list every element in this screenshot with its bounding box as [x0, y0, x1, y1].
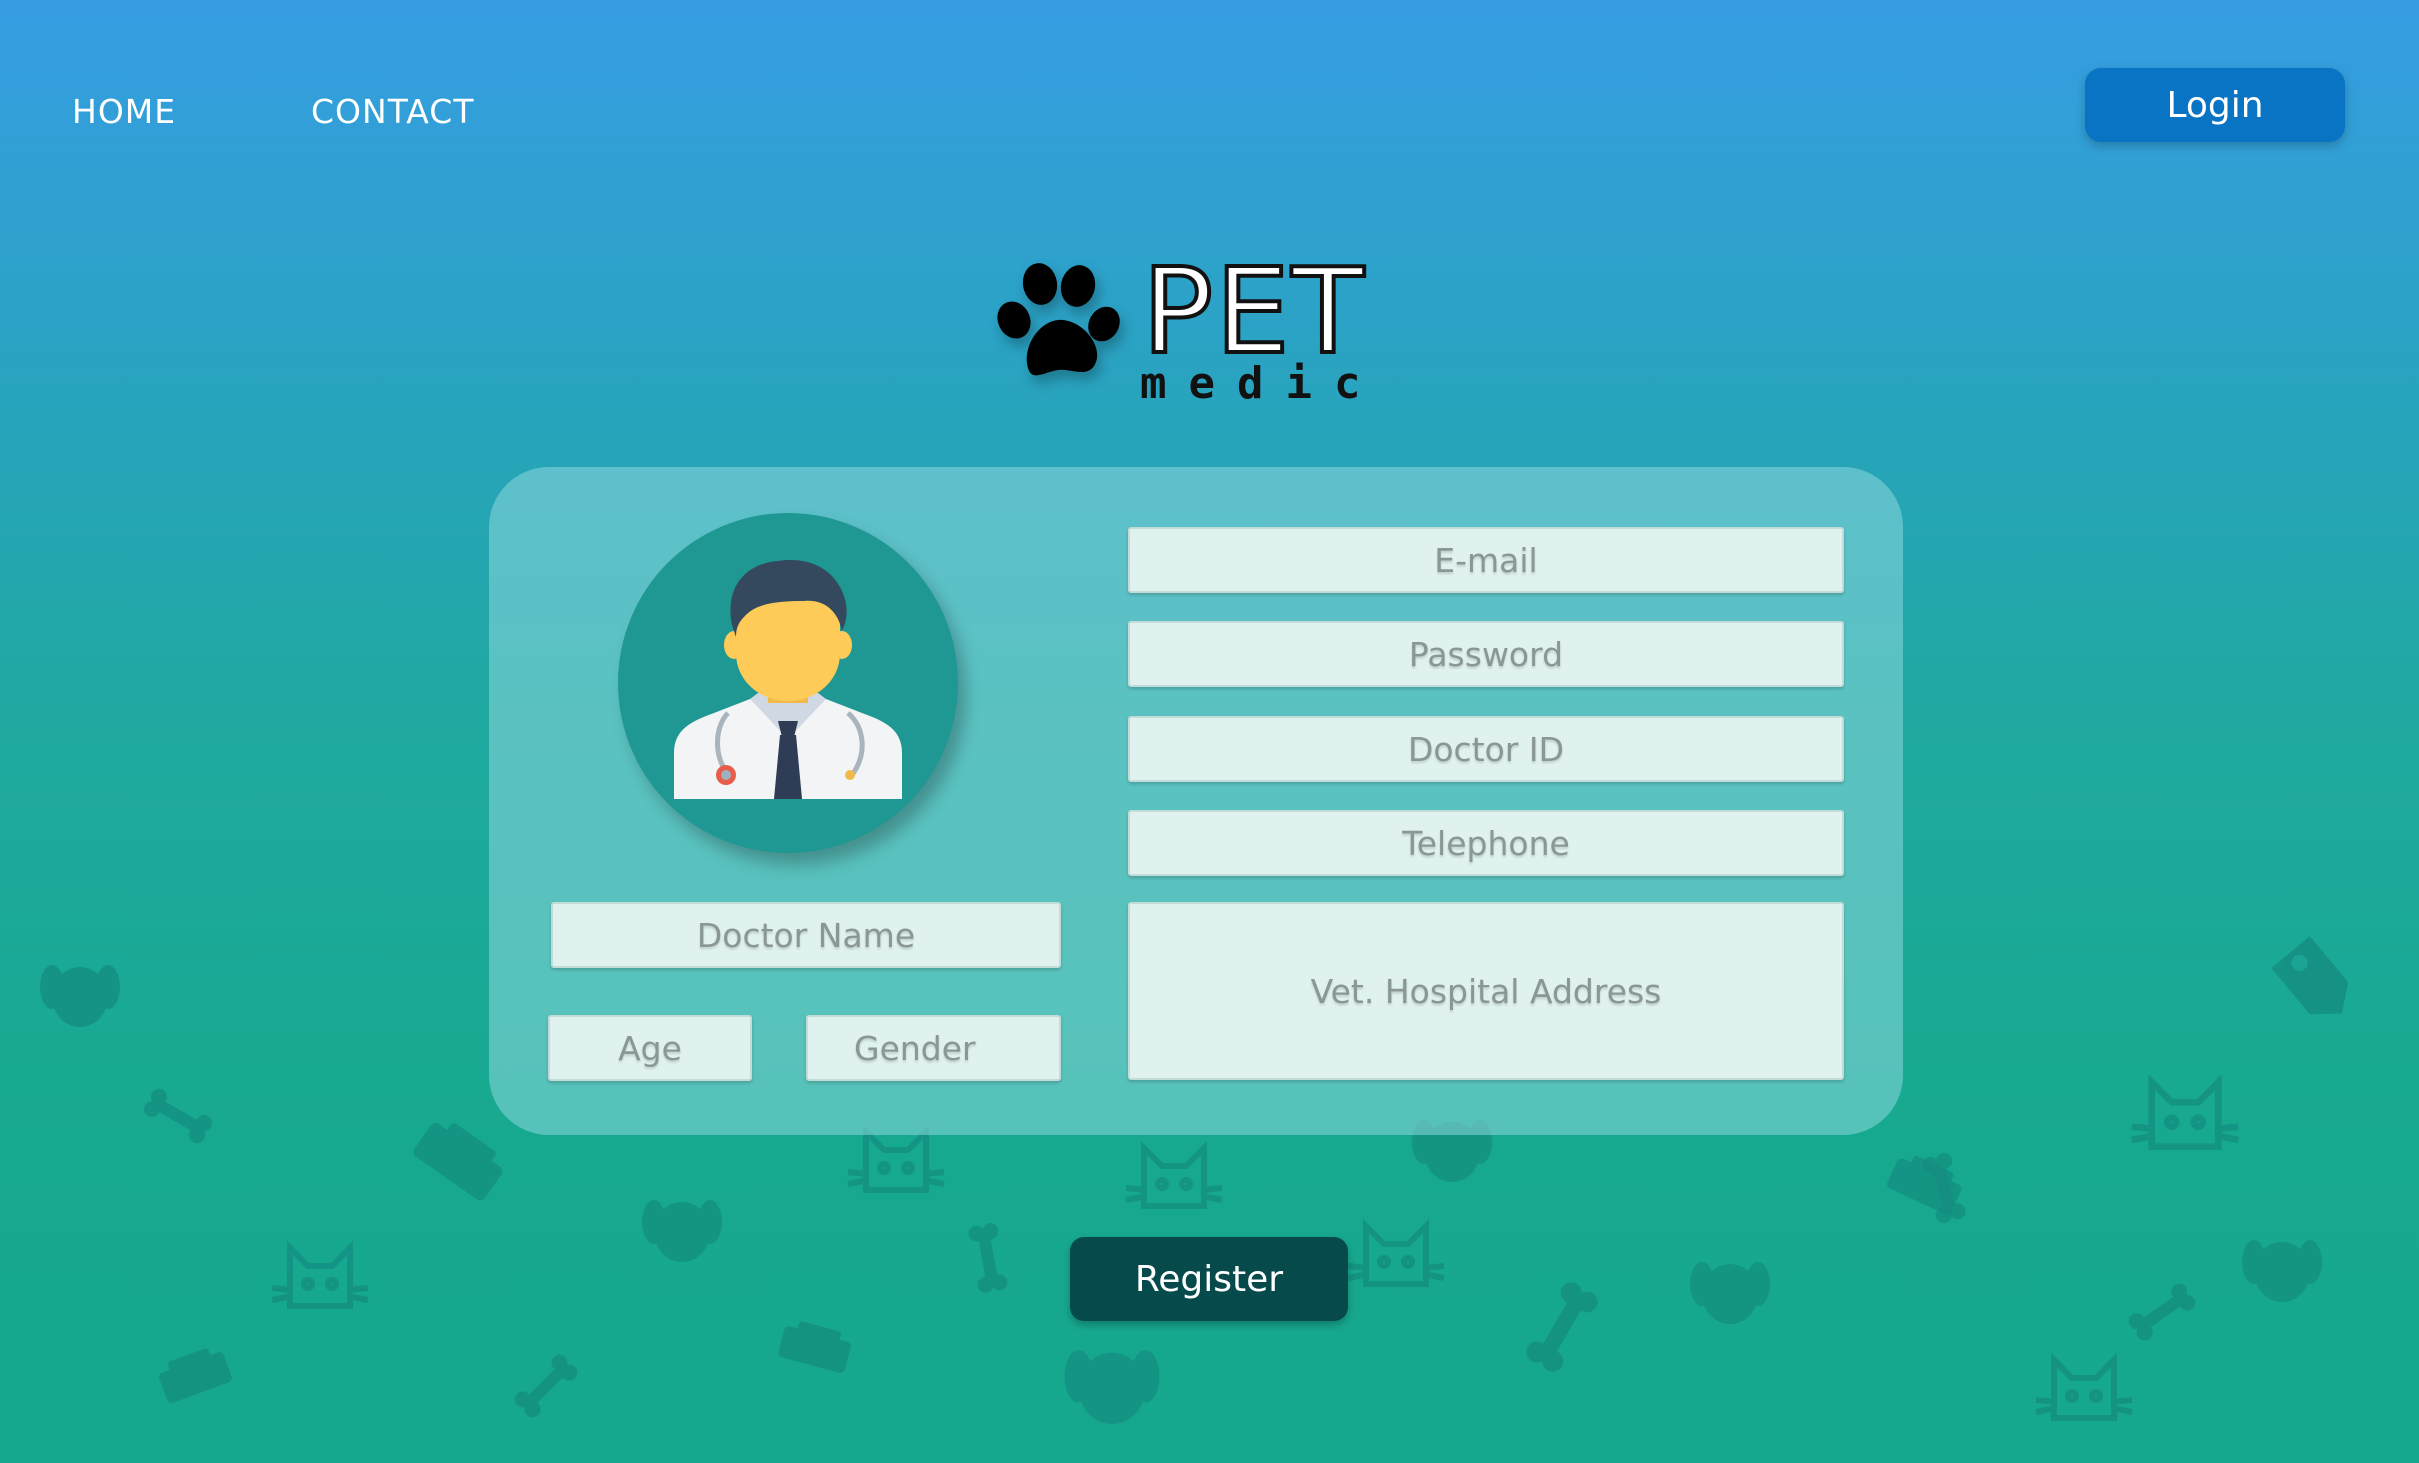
nav-home-link[interactable]: HOME	[72, 92, 176, 131]
login-button[interactable]: Login	[2085, 68, 2345, 142]
paw-icon	[997, 263, 1120, 376]
dog-icon	[1690, 1262, 1770, 1324]
cat-icon	[1125, 1140, 1223, 1209]
bowl-icon	[413, 1122, 503, 1201]
bowl-icon	[1887, 1155, 1962, 1215]
bowl-icon	[778, 1321, 851, 1373]
cat-icon	[2035, 1352, 2133, 1421]
cat-icon	[2131, 1074, 2239, 1150]
age-field[interactable]: Age	[548, 1015, 752, 1081]
bone-icon	[1922, 1153, 1966, 1223]
dog-icon	[2242, 1240, 2322, 1302]
nav-contact-link[interactable]: CONTACT	[311, 92, 475, 131]
cat-icon	[271, 1240, 369, 1309]
password-field[interactable]: Password	[1128, 621, 1844, 687]
tag-icon	[2271, 936, 2349, 1015]
dog-icon	[1064, 1350, 1160, 1425]
dog-icon	[642, 1200, 722, 1262]
email-field[interactable]: E-mail	[1128, 527, 1844, 593]
telephone-field[interactable]: Telephone	[1128, 810, 1844, 876]
hospital-address-field[interactable]: Vet. Hospital Address	[1128, 902, 1844, 1080]
logo-title: PET	[1140, 242, 1366, 380]
logo-subtitle: medic	[1140, 358, 1383, 409]
doctor-name-field[interactable]: Doctor Name	[551, 902, 1061, 968]
gender-field[interactable]: Gender	[806, 1015, 1061, 1081]
doctor-avatar-icon[interactable]	[618, 513, 958, 853]
bone-icon	[143, 1088, 213, 1144]
bone-icon	[1526, 1282, 1598, 1372]
cat-icon	[1347, 1218, 1445, 1287]
pet-medic-logo: PET medic	[990, 250, 1370, 410]
dog-icon	[40, 965, 120, 1027]
doctor-id-field[interactable]: Doctor ID	[1128, 716, 1844, 782]
bone-icon	[968, 1223, 1008, 1293]
register-button[interactable]: Register	[1070, 1237, 1348, 1321]
bone-icon	[514, 1354, 578, 1418]
bone-icon	[2128, 1283, 2196, 1341]
bowl-icon	[159, 1348, 232, 1403]
